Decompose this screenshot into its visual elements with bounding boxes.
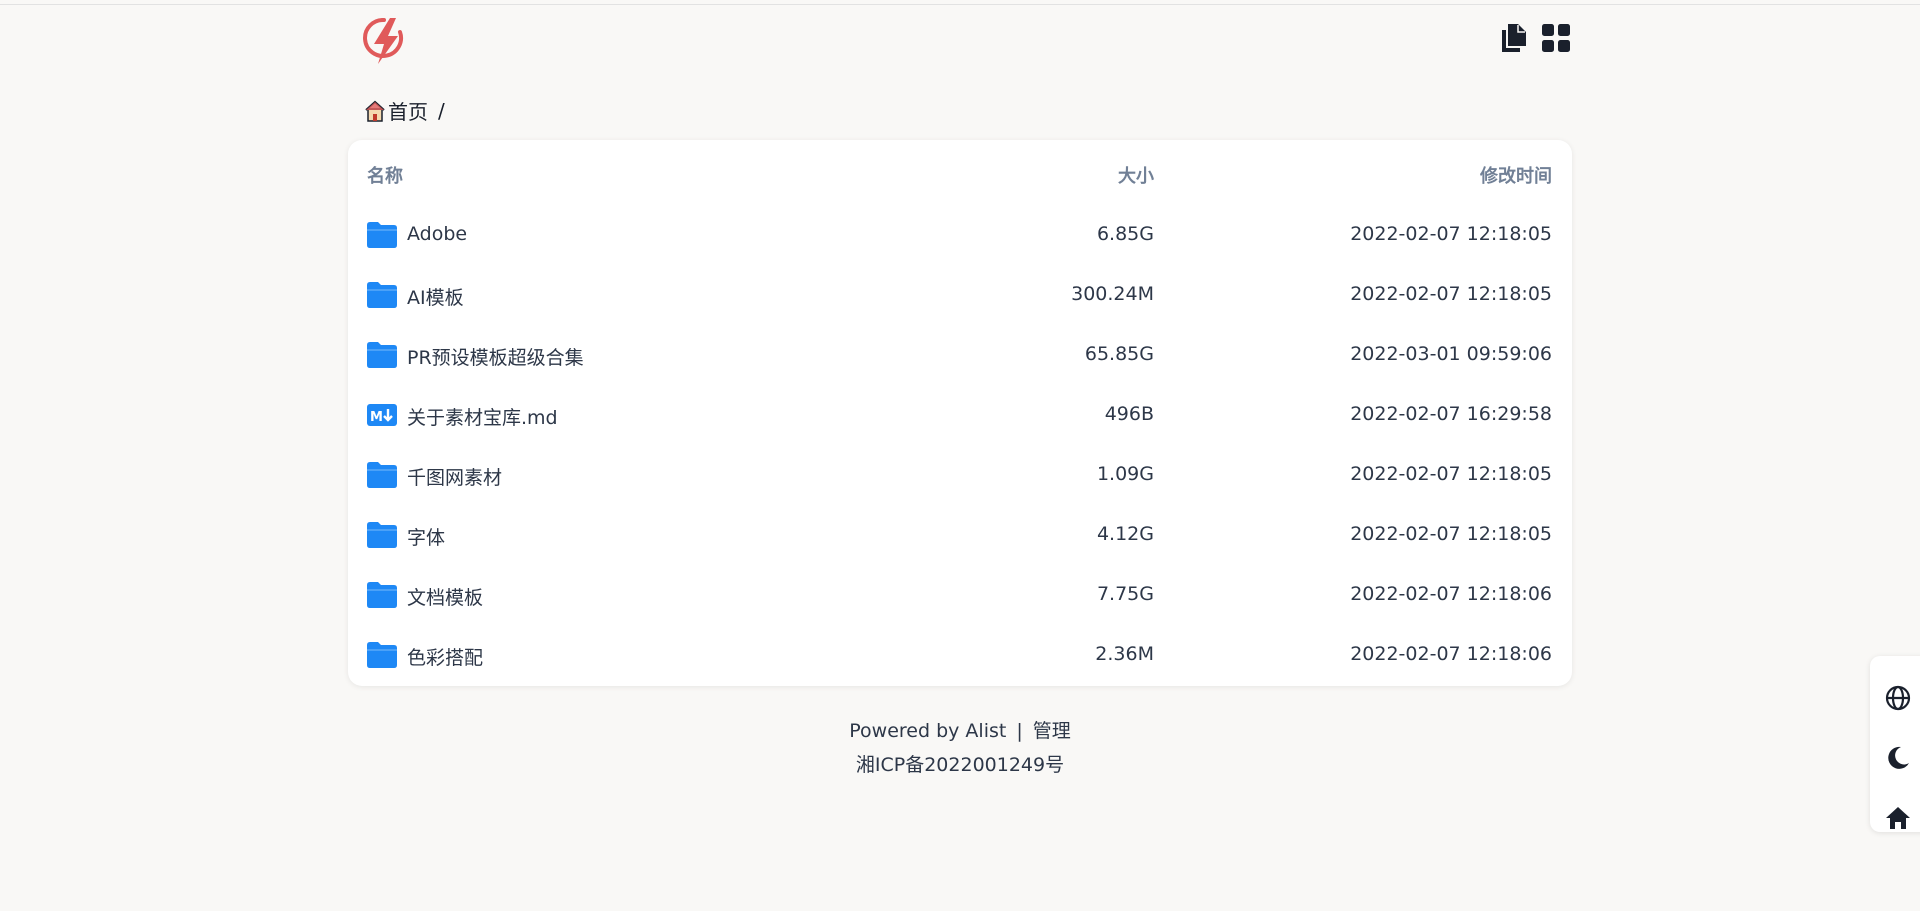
table-row[interactable]: Adobe 6.85G 2022-02-07 12:18:05: [348, 206, 1572, 266]
icp-record-link[interactable]: 湘ICP备2022001249号: [348, 750, 1572, 777]
house-icon: [365, 100, 385, 122]
header: [348, 0, 1572, 84]
file-list: 名称 大小 修改时间 Adobe 6.85G 2022-02-07 12:18:05…: [348, 140, 1572, 686]
page-container: 首页 / 名称 大小 修改时间 Adobe 6.85G 2022-02-07 12:…: [348, 0, 1572, 776]
file-modified-time: 2022-02-07 12:18:05: [1350, 283, 1552, 305]
home-icon[interactable]: [1884, 804, 1912, 832]
file-modified-time: 2022-02-07 12:18:06: [1350, 643, 1552, 665]
file-name[interactable]: PR预设模板超级合集: [407, 343, 584, 370]
column-name-header[interactable]: 名称: [367, 162, 403, 188]
header-actions: [1500, 22, 1570, 54]
footer-links: Powered by Alist | 管理: [348, 716, 1572, 750]
file-size: 6.85G: [1096, 223, 1154, 245]
file-name[interactable]: 字体: [407, 523, 445, 550]
breadcrumb-separator: /: [438, 98, 445, 123]
table-row[interactable]: 文档模板 7.75G 2022-02-07 12:18:06: [348, 566, 1572, 626]
folder-icon: [367, 582, 397, 608]
file-size: 4.12G: [1096, 523, 1154, 545]
file-size: 1.09G: [1096, 463, 1154, 485]
file-size: 300.24M: [1071, 283, 1154, 305]
file-size: 7.75G: [1096, 583, 1154, 605]
folder-icon: [367, 462, 397, 488]
breadcrumb: 首页 /: [364, 96, 445, 125]
breadcrumb-home-link[interactable]: 首页: [388, 96, 428, 125]
file-name[interactable]: 文档模板: [407, 583, 483, 610]
grid-view-icon[interactable]: [1542, 22, 1570, 54]
file-name[interactable]: AI模板: [407, 283, 464, 310]
folder-icon: [367, 282, 397, 308]
folder-icon: [367, 222, 397, 248]
moon-icon[interactable]: [1884, 744, 1912, 772]
file-name[interactable]: 关于素材宝库.md: [407, 403, 558, 430]
side-toolbar: [1870, 656, 1920, 832]
file-modified-time: 2022-02-07 12:18:05: [1350, 223, 1552, 245]
file-modified-time: 2022-03-01 09:59:06: [1350, 343, 1552, 365]
table-header: 名称 大小 修改时间: [348, 140, 1572, 206]
folder-icon: [367, 642, 397, 668]
file-modified-time: 2022-02-07 12:18:06: [1350, 583, 1552, 605]
file-name[interactable]: 色彩搭配: [407, 643, 483, 670]
markdown-icon: M: [367, 404, 397, 426]
file-size: 496B: [1104, 403, 1154, 425]
table-row[interactable]: 千图网素材 1.09G 2022-02-07 12:18:05: [348, 446, 1572, 506]
file-size: 2.36M: [1095, 643, 1154, 665]
footer: Powered by Alist | 管理 湘ICP备2022001249号: [348, 716, 1572, 777]
file-modified-time: 2022-02-07 12:18:05: [1350, 523, 1552, 545]
table-row[interactable]: 色彩搭配 2.36M 2022-02-07 12:18:06: [348, 626, 1572, 686]
table-row[interactable]: M 关于素材宝库.md 496B 2022-02-07 16:29:58: [348, 386, 1572, 446]
column-modified-header[interactable]: 修改时间: [1480, 162, 1552, 188]
column-size-header[interactable]: 大小: [1118, 162, 1154, 188]
folder-icon: [367, 522, 397, 548]
folder-icon: [367, 342, 397, 368]
table-row[interactable]: PR预设模板超级合集 65.85G 2022-03-01 09:59:06: [348, 326, 1572, 386]
footer-separator: |: [1016, 720, 1023, 742]
file-name[interactable]: Adobe: [407, 223, 467, 245]
logo-icon[interactable]: [362, 14, 406, 68]
file-modified-time: 2022-02-07 12:18:05: [1350, 463, 1552, 485]
table-row[interactable]: 字体 4.12G 2022-02-07 12:18:05: [348, 506, 1572, 566]
file-modified-time: 2022-02-07 16:29:58: [1350, 403, 1552, 425]
file-name[interactable]: 千图网素材: [407, 463, 502, 490]
powered-by-link[interactable]: Powered by Alist: [849, 720, 1006, 742]
svg-text:M: M: [370, 410, 383, 425]
table-row[interactable]: AI模板 300.24M 2022-02-07 12:18:05: [348, 266, 1572, 326]
file-size: 65.85G: [1084, 343, 1154, 365]
manage-link[interactable]: 管理: [1033, 720, 1071, 742]
copy-icon[interactable]: [1500, 22, 1528, 54]
globe-icon[interactable]: [1884, 684, 1912, 712]
